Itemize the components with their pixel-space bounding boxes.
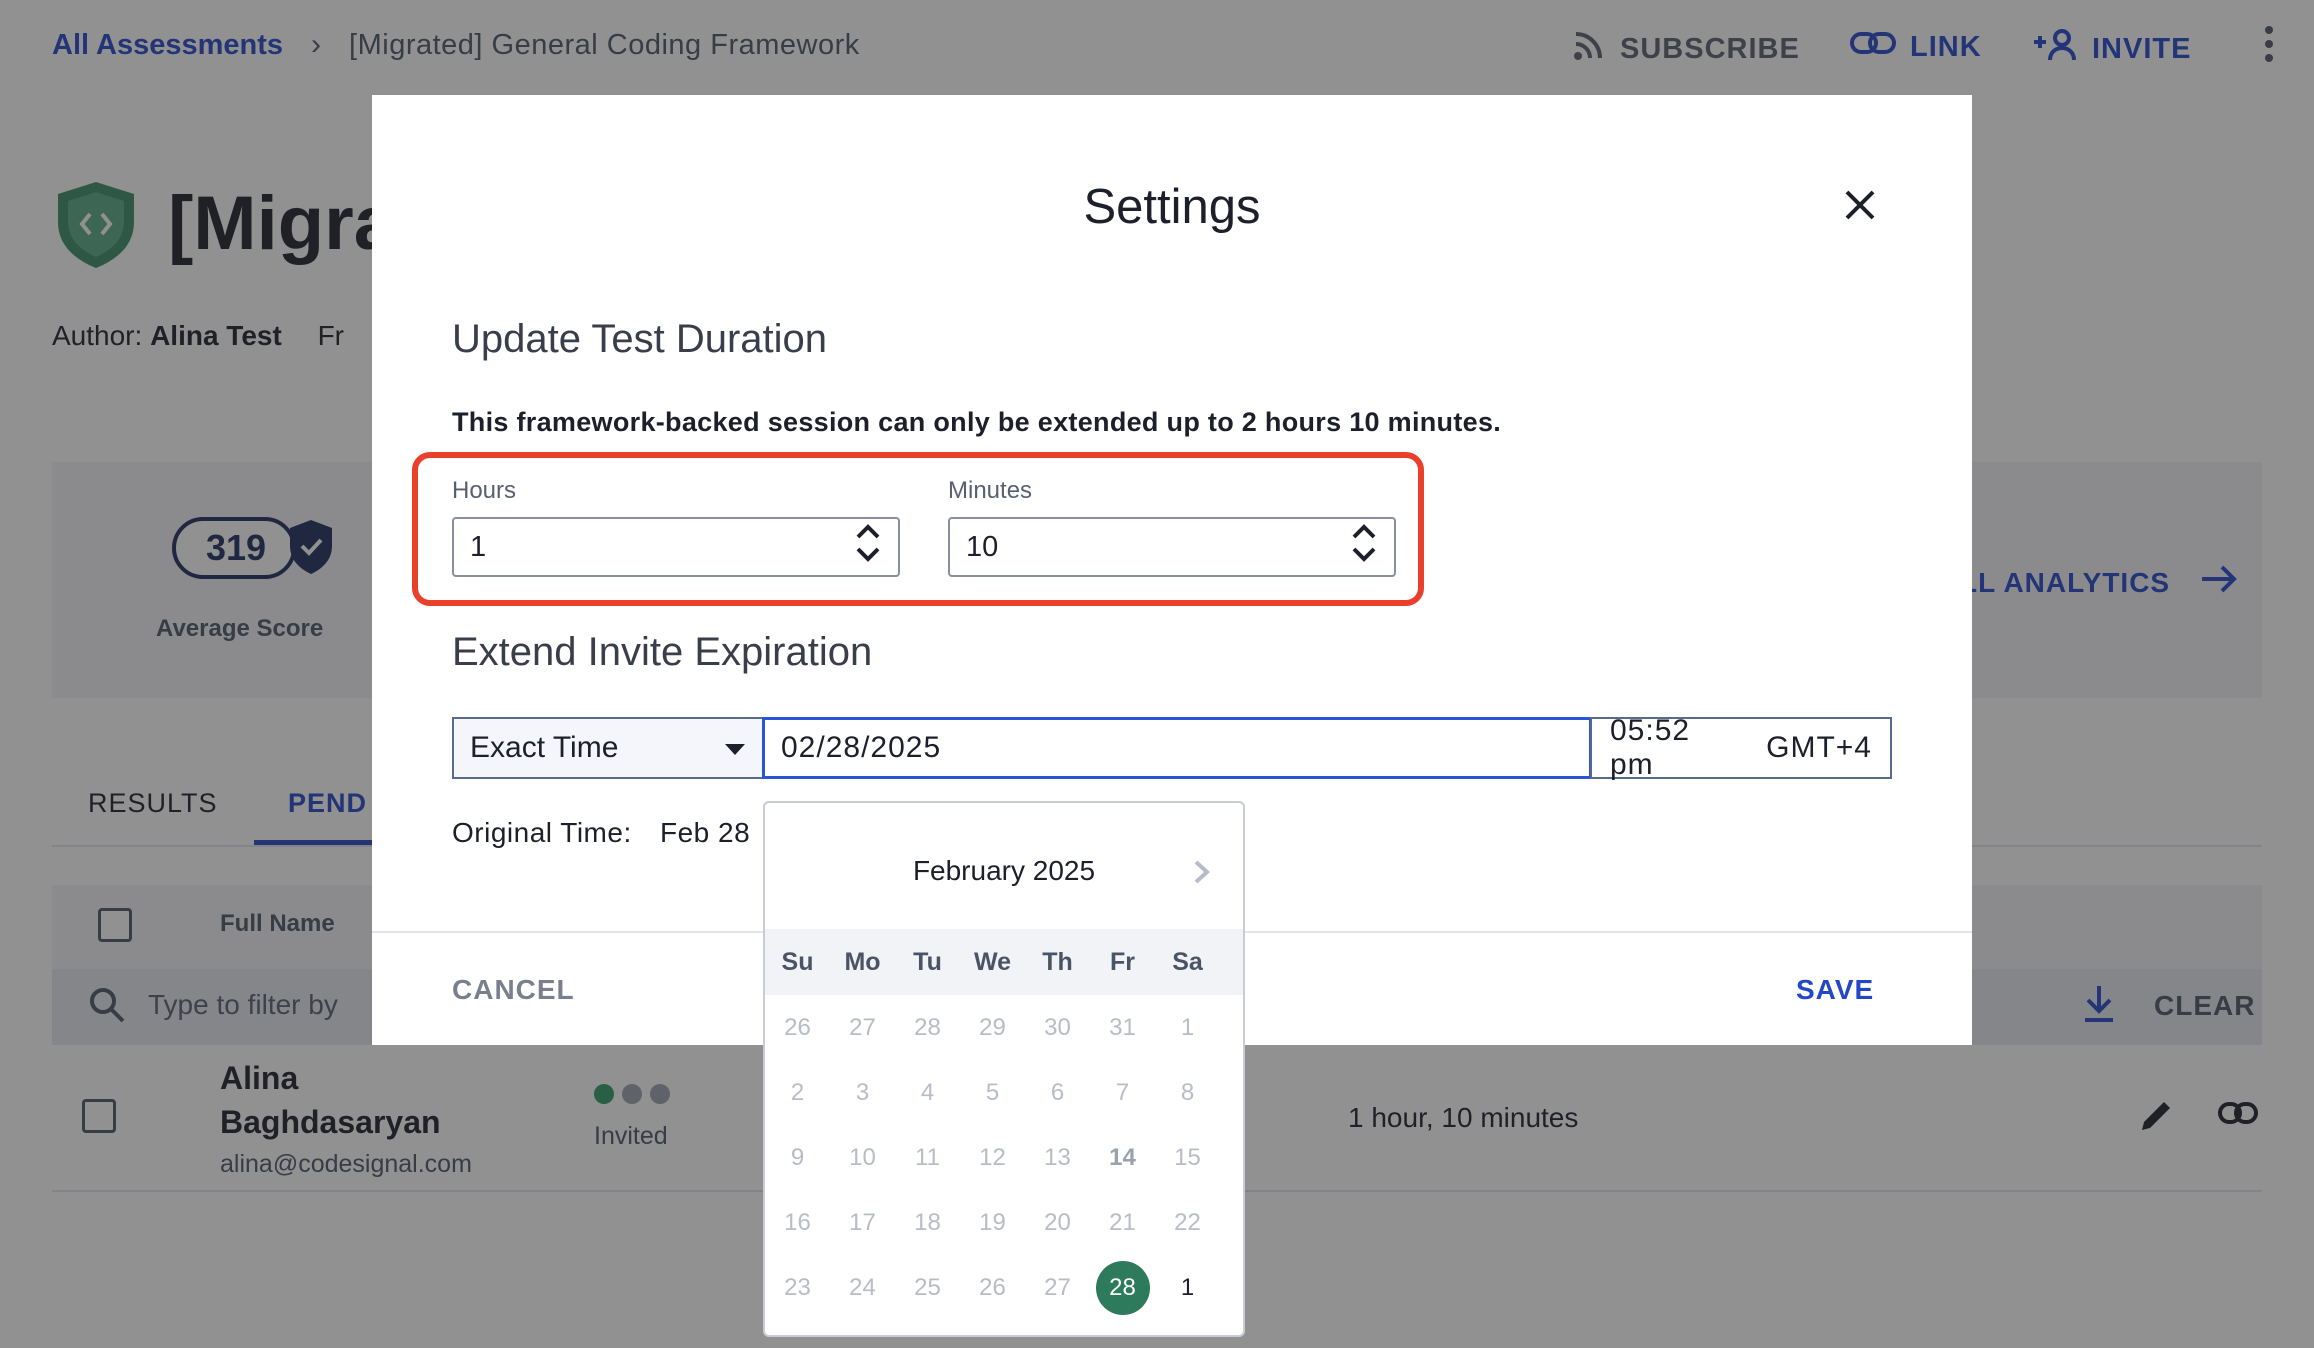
expiration-heading: Extend Invite Expiration: [452, 630, 873, 674]
weekday-label: Th: [1042, 948, 1073, 976]
calendar-week-row: 23 24 25 26 27 28 1: [765, 1255, 1243, 1320]
date-input[interactable]: 02/28/2025: [762, 717, 1592, 779]
weekday-label: Sa: [1172, 948, 1203, 976]
calendar-day: 24: [849, 1273, 876, 1301]
calendar-grid: 26 27 28 29 30 31 1 2 3 4 5 6 7 8 9 10 11 12 13 14 15 16 17 18 1…: [765, 995, 1243, 1320]
calendar-day[interactable]: 1: [1155, 1274, 1220, 1302]
calendar-day: 12: [979, 1143, 1006, 1171]
calendar-day: 29: [979, 1013, 1006, 1041]
save-button[interactable]: SAVE: [1796, 974, 1874, 1006]
expiration-mode-select[interactable]: Exact Time: [452, 717, 764, 779]
calendar-day: 23: [784, 1273, 811, 1301]
calendar-day: 25: [914, 1273, 941, 1301]
calendar-week-row: 16 17 18 19 20 21 22: [765, 1190, 1243, 1255]
stepper-arrows-icon[interactable]: [1350, 521, 1378, 573]
calendar-week-row: 26 27 28 29 30 31 1: [765, 995, 1243, 1060]
weekday-label: Fr: [1110, 948, 1135, 976]
calendar-day: 9: [790, 1143, 805, 1171]
expiration-mode-value: Exact Time: [470, 731, 619, 764]
minutes-label: Minutes: [948, 477, 1033, 504]
minutes-value: 10: [966, 530, 999, 563]
calendar-day-selected[interactable]: 28: [1090, 1260, 1155, 1315]
calendar-day: 18: [914, 1208, 941, 1236]
duration-heading: Update Test Duration: [452, 317, 828, 361]
calendar-day: 20: [1044, 1208, 1071, 1236]
date-value: 02/28/2025: [781, 731, 942, 764]
calendar-day: 15: [1174, 1143, 1201, 1171]
time-value: 05:52 pm: [1610, 714, 1691, 781]
calendar-week-row: 9 10 11 12 13 14 15: [765, 1125, 1243, 1190]
calendar-day: 17: [849, 1208, 876, 1236]
hours-label: Hours: [452, 477, 517, 504]
calendar-day: 19: [979, 1208, 1006, 1236]
stepper-arrows-icon[interactable]: [854, 521, 882, 573]
close-icon[interactable]: [1844, 189, 1876, 226]
calendar-day: 22: [1174, 1208, 1201, 1236]
calendar-day: 1: [1180, 1013, 1195, 1041]
calendar-day: 27: [1044, 1273, 1071, 1301]
duration-note: This framework-backed session can only b…: [452, 407, 1502, 437]
weekday-label: Su: [781, 948, 814, 976]
caret-down-icon: [724, 731, 746, 765]
calendar-day: 26: [784, 1013, 811, 1041]
original-time-label: Original Time:: [452, 817, 632, 848]
calendar-day: 16: [784, 1208, 811, 1236]
calendar-day: 2: [790, 1078, 805, 1106]
calendar-day: 4: [920, 1078, 935, 1106]
calendar-day: 7: [1115, 1078, 1130, 1106]
dialog-title: Settings: [1083, 180, 1261, 234]
minutes-stepper[interactable]: 10: [948, 517, 1396, 577]
calendar-day: 6: [1050, 1078, 1065, 1106]
calendar-day: 31: [1109, 1013, 1136, 1041]
calendar-week-row: 2 3 4 5 6 7 8: [765, 1060, 1243, 1125]
calendar-day: 21: [1109, 1208, 1136, 1236]
calendar-day: 13: [1044, 1143, 1071, 1171]
weekday-label: Mo: [844, 948, 881, 976]
calendar-day: 28: [914, 1013, 941, 1041]
calendar-month-label: February 2025: [912, 855, 1096, 886]
calendar-day: 26: [979, 1273, 1006, 1301]
calendar-day: 10: [849, 1143, 876, 1171]
weekday-label: We: [973, 948, 1012, 976]
hours-value: 1: [470, 530, 487, 563]
calendar-day: 3: [855, 1078, 870, 1106]
cancel-button[interactable]: CANCEL: [452, 974, 575, 1006]
calendar-day: 27: [849, 1013, 876, 1041]
calendar-day: 8: [1180, 1078, 1195, 1106]
calendar-day: 5: [985, 1078, 1000, 1106]
original-time: Original Time: Feb 28: [452, 817, 750, 849]
weekday-label: Tu: [913, 948, 942, 976]
calendar-weekdays: Su Mo Tu We Th Fr Sa: [765, 929, 1243, 995]
time-input[interactable]: 05:52 pm GMT+4: [1590, 714, 1892, 781]
original-time-value: Feb 28: [660, 817, 751, 848]
date-picker-popup: February 2025 Su Mo Tu We Th Fr Sa 26 27 28 29 30 3…: [763, 801, 1245, 1337]
calendar-day: 30: [1044, 1013, 1071, 1041]
calendar-day: 11: [915, 1143, 940, 1171]
calendar-day: 14: [1109, 1143, 1136, 1171]
timezone-value: GMT+4: [1766, 731, 1872, 764]
chevron-right-icon[interactable]: [1193, 859, 1211, 890]
hours-stepper[interactable]: 1: [452, 517, 900, 577]
